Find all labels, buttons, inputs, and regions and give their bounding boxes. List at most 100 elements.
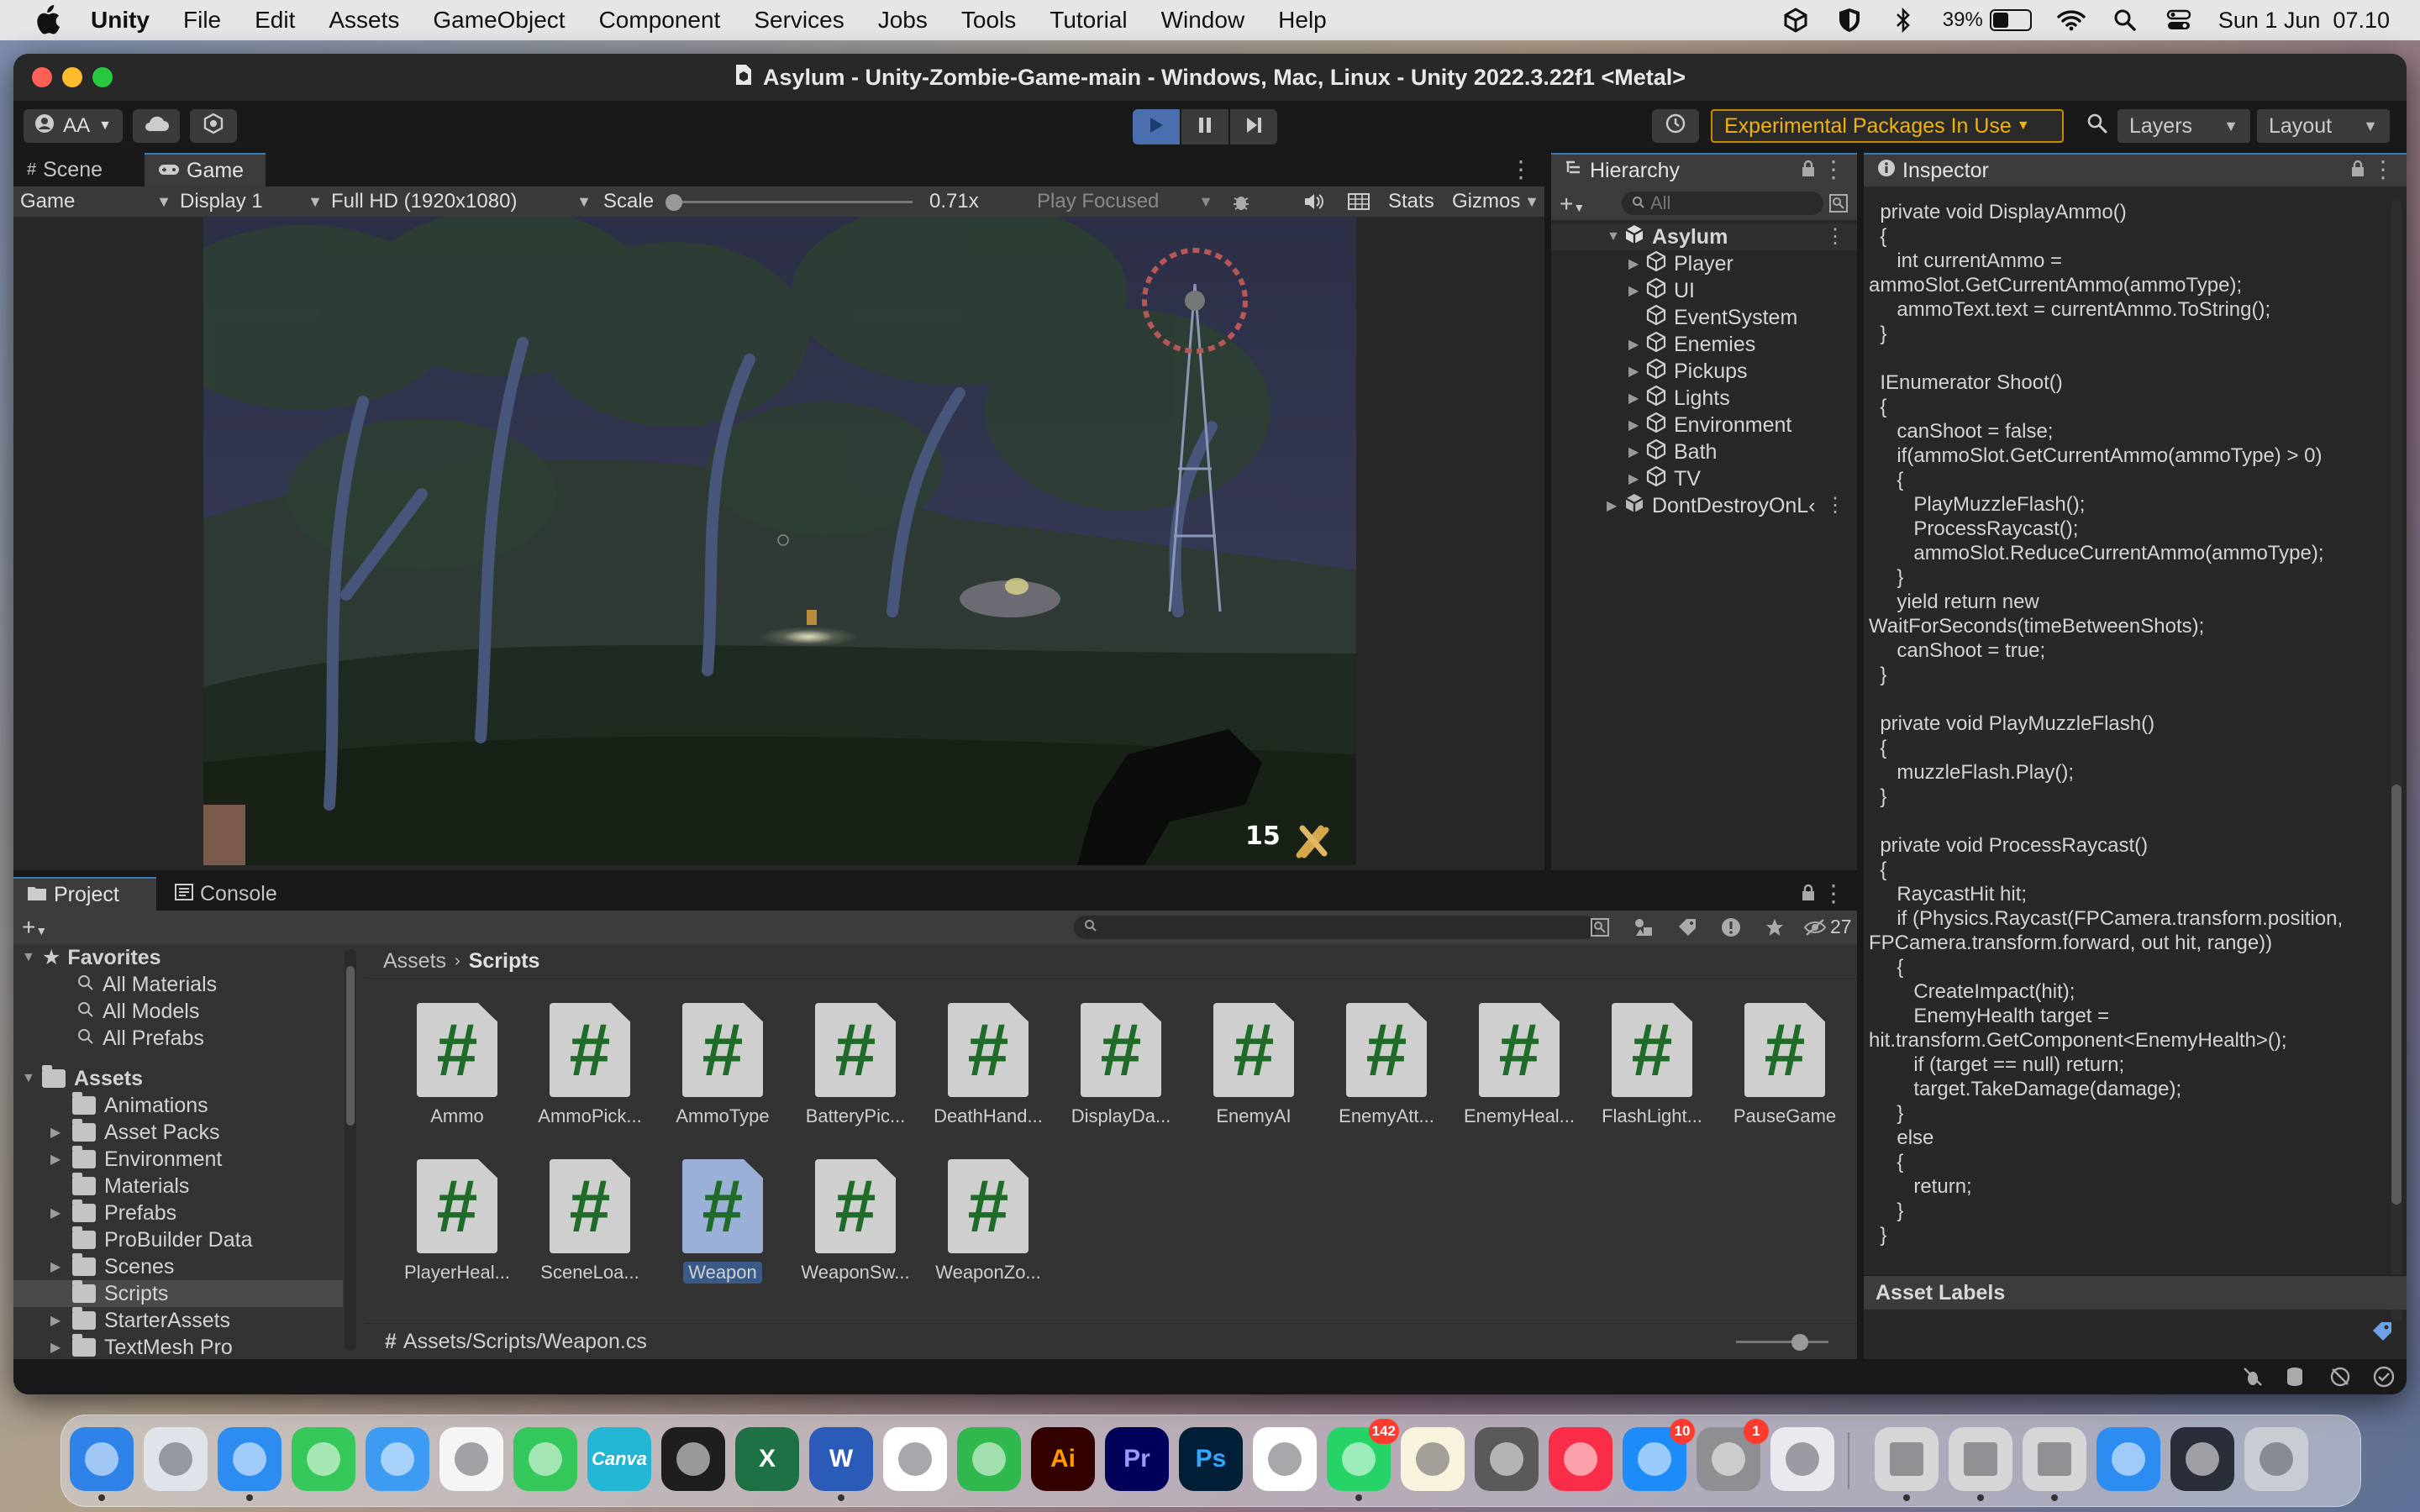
script-asset[interactable]: # AmmoPick... — [531, 1003, 649, 1127]
favorite-item[interactable]: All Models — [13, 998, 199, 1025]
collapsed-arrow-icon[interactable]: ▶ — [1607, 497, 1623, 514]
script-asset[interactable]: # EnemyHeal... — [1460, 1003, 1578, 1127]
script-asset[interactable]: # AmmoType — [664, 1003, 781, 1127]
folder-item[interactable]: ProBuilder Data — [13, 1226, 343, 1253]
more-options-icon[interactable]: ⋮ — [1509, 158, 1533, 181]
layers-dropdown[interactable]: Layers ▼ — [2118, 109, 2250, 143]
vscode-icon[interactable] — [883, 1427, 947, 1491]
folder-item[interactable]: ▶ Environment — [13, 1146, 343, 1173]
capcut-icon[interactable] — [1253, 1427, 1317, 1491]
account-dropdown[interactable]: AA ▼ — [24, 109, 123, 143]
battery-status[interactable]: 39% — [1943, 8, 2032, 32]
lock-icon[interactable] — [1800, 160, 1817, 182]
icon-size-slider-handle[interactable] — [1791, 1334, 1808, 1351]
pause-button[interactable] — [1181, 109, 1228, 144]
settings-icon[interactable]: 1 — [1697, 1419, 1769, 1491]
figma-icon[interactable] — [661, 1427, 725, 1491]
hierarchy-dont-destroy[interactable]: ▶ DontDestroyOnL‹ ⋮ — [1551, 492, 1857, 519]
photos-icon[interactable] — [439, 1427, 503, 1491]
unity-hub-icon[interactable] — [1875, 1427, 1939, 1501]
unity-status-icon[interactable] — [1781, 6, 1810, 34]
illustrator-icon[interactable]: Ai — [1031, 1427, 1095, 1491]
menu-gameobject[interactable]: GameObject — [433, 7, 565, 34]
script-asset[interactable]: # EnemyAI — [1195, 1003, 1313, 1127]
collapsed-arrow-icon[interactable]: ▶ — [1628, 390, 1645, 407]
hierarchy-item[interactable]: ▶ Pickups — [1551, 358, 1857, 385]
script-asset[interactable]: # WeaponSw... — [797, 1159, 914, 1284]
warning-filter-icon[interactable] — [1721, 917, 1741, 942]
collapsed-arrow-icon[interactable]: ▶ — [1628, 470, 1645, 487]
tab-project[interactable]: Project — [13, 877, 156, 911]
facetime-icon[interactable] — [513, 1427, 577, 1491]
finder-icon[interactable] — [70, 1427, 134, 1501]
script-asset[interactable]: # PlayerHeal... — [398, 1159, 516, 1284]
script-asset[interactable]: # Ammo — [398, 1003, 516, 1127]
appstore-icon[interactable]: 10 — [1623, 1419, 1695, 1491]
menu-assets[interactable]: Assets — [329, 7, 399, 34]
scene-options-icon[interactable]: ⋮ — [1825, 496, 1845, 516]
search-window-icon[interactable] — [1590, 917, 1610, 942]
breadcrumb-scripts[interactable]: Scripts — [469, 949, 540, 974]
photoshop-icon[interactable]: Ps — [1179, 1427, 1243, 1491]
check-circle-icon[interactable] — [2373, 1366, 2395, 1392]
hierarchy-item[interactable]: ▶ UI — [1551, 277, 1857, 304]
scale-slider-handle[interactable] — [666, 194, 682, 211]
script-asset[interactable]: # FlashLight... — [1593, 1003, 1711, 1127]
menu-window[interactable]: Window — [1161, 7, 1245, 34]
expand-arrow-icon[interactable]: ▼ — [22, 950, 39, 965]
mail-icon[interactable] — [366, 1427, 429, 1491]
menu-jobs[interactable]: Jobs — [878, 7, 928, 34]
script-asset[interactable]: # DisplayDa... — [1062, 1003, 1180, 1127]
collapsed-arrow-icon[interactable]: ▶ — [1628, 417, 1645, 433]
game-viewport[interactable]: 15 — [203, 217, 1356, 865]
bug-icon[interactable] — [1227, 186, 1255, 217]
hierarchy-item[interactable]: ▶ Player — [1551, 250, 1857, 277]
grid-icon[interactable] — [1344, 186, 1373, 217]
apple-icon[interactable] — [34, 5, 64, 35]
collapsed-arrow-icon[interactable]: ▶ — [1628, 444, 1645, 460]
folder-item[interactable]: ▶ Prefabs — [13, 1200, 343, 1226]
lock-icon[interactable] — [2349, 160, 2366, 182]
control-center-icon[interactable] — [2165, 6, 2193, 34]
resolution-dropdown[interactable]: Full HD (1920x1080) ▼ — [331, 186, 592, 217]
music-icon[interactable] — [1549, 1427, 1612, 1491]
menu-help[interactable]: Help — [1278, 7, 1327, 34]
unity-icon[interactable] — [1949, 1427, 2012, 1501]
more-options-icon[interactable]: ⋮ — [1822, 158, 1845, 181]
word-icon[interactable]: W — [809, 1427, 873, 1501]
search-button[interactable] — [2074, 109, 2121, 143]
filter-type-icon[interactable] — [1634, 917, 1654, 942]
folder-item[interactable]: ▶ Asset Packs — [13, 1119, 343, 1146]
hierarchy-search-input[interactable]: All — [1622, 192, 1823, 215]
iphone-icon[interactable] — [1770, 1427, 1834, 1491]
play-focused-dropdown[interactable]: Play Focused ▼ — [1037, 186, 1213, 217]
hierarchy-item[interactable]: ▶ Bath — [1551, 438, 1857, 465]
folder-tree-scrollbar[interactable] — [345, 949, 356, 1351]
menu-file[interactable]: File — [183, 7, 221, 34]
hierarchy-item[interactable]: EventSystem — [1551, 304, 1857, 331]
favorite-item[interactable]: All Materials — [13, 971, 217, 998]
undo-history-button[interactable] — [1652, 109, 1699, 143]
collapsed-arrow-icon[interactable]: ▶ — [50, 1258, 67, 1275]
create-asset-button[interactable]: +▼ — [22, 914, 47, 941]
canva-icon[interactable]: Canva — [587, 1427, 651, 1491]
scale-slider[interactable] — [660, 186, 913, 217]
menu-services[interactable]: Services — [754, 7, 844, 34]
more-options-icon[interactable]: ⋮ — [1822, 882, 1845, 906]
safari-icon[interactable] — [218, 1427, 281, 1501]
icon-size-slider[interactable] — [1736, 1341, 1828, 1343]
folder-item[interactable]: ▶ Scenes — [13, 1253, 343, 1280]
screenshot-icon[interactable] — [2170, 1427, 2234, 1491]
menu-edit[interactable]: Edit — [255, 7, 295, 34]
tab-scene[interactable]: # Scene — [13, 153, 139, 186]
hierarchy-scene-root[interactable]: ▼ Asylum ⋮ — [1551, 223, 1857, 250]
launchpad-icon[interactable] — [144, 1427, 208, 1491]
filter-label-icon[interactable] — [1677, 917, 1697, 942]
tab-game[interactable]: Game — [145, 153, 266, 186]
collapsed-arrow-icon[interactable]: ▶ — [1628, 282, 1645, 299]
lock-icon[interactable] — [1800, 884, 1817, 906]
messages-icon[interactable] — [292, 1427, 355, 1491]
scene-options-icon[interactable]: ⋮ — [1825, 227, 1845, 247]
folder-item[interactable]: Materials — [13, 1173, 343, 1200]
script-asset[interactable]: # EnemyAtt... — [1328, 1003, 1445, 1127]
